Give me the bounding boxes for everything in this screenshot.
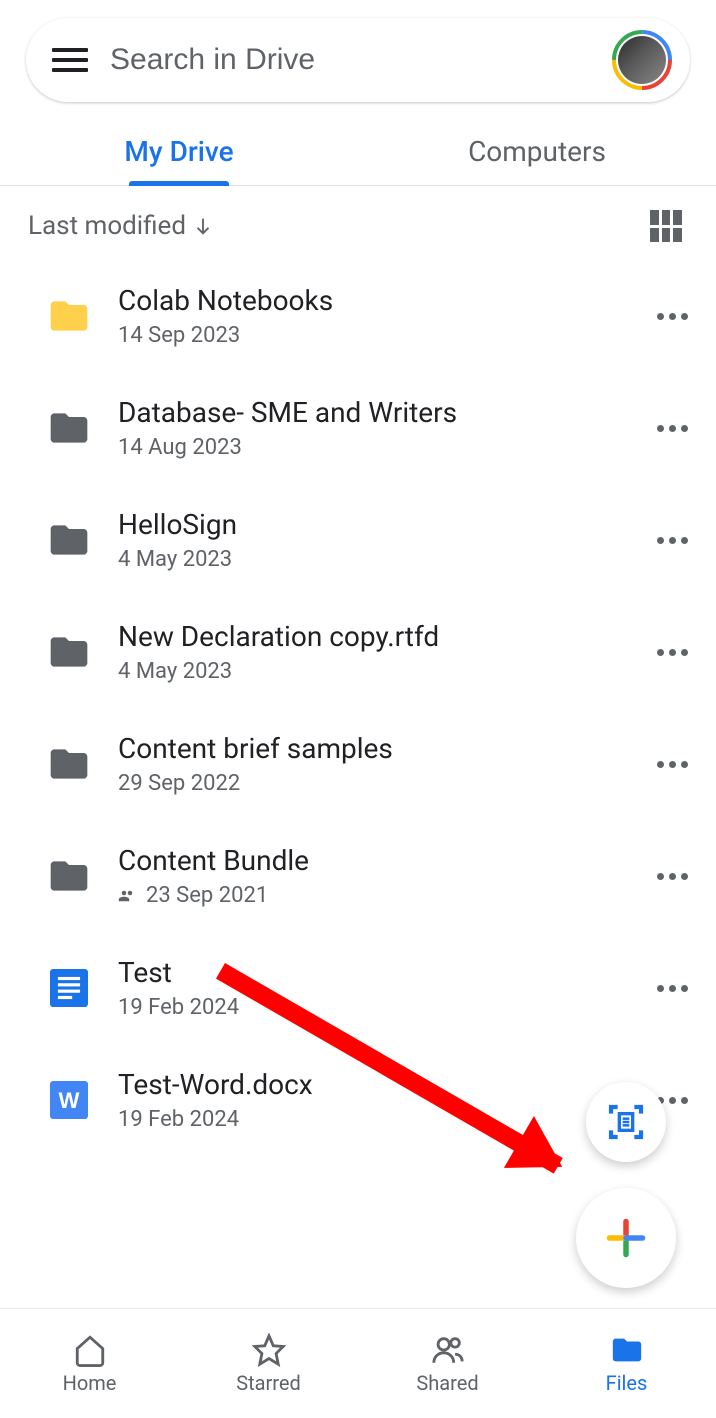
nav-label: Home bbox=[63, 1371, 117, 1395]
folder-icon bbox=[46, 741, 92, 787]
tab-my-drive[interactable]: My Drive bbox=[0, 118, 358, 185]
file-name: Colab Notebooks bbox=[118, 284, 626, 317]
list-item[interactable]: Colab Notebooks 14 Sep 2023 bbox=[0, 260, 716, 372]
folder-icon bbox=[46, 853, 92, 899]
list-item[interactable]: Content brief samples 29 Sep 2022 bbox=[0, 708, 716, 820]
folder-icon bbox=[46, 517, 92, 563]
arrow-down-icon bbox=[192, 215, 214, 237]
file-date: 14 Sep 2023 bbox=[118, 323, 626, 348]
more-icon[interactable] bbox=[652, 313, 692, 320]
sort-label: Last modified bbox=[28, 211, 186, 241]
scan-icon bbox=[606, 1102, 646, 1142]
gdoc-icon bbox=[46, 965, 92, 1011]
file-name: New Declaration copy.rtfd bbox=[118, 620, 626, 653]
list-item[interactable]: Content Bundle 23 Sep 2021 bbox=[0, 820, 716, 932]
more-icon[interactable] bbox=[652, 537, 692, 544]
list-item[interactable]: HelloSign 4 May 2023 bbox=[0, 484, 716, 596]
more-icon[interactable] bbox=[652, 425, 692, 432]
star-icon bbox=[252, 1333, 286, 1367]
list-item[interactable]: Test 19 Feb 2024 bbox=[0, 932, 716, 1044]
nav-label: Files bbox=[606, 1371, 648, 1395]
folder-icon bbox=[46, 293, 92, 339]
word-icon: W bbox=[46, 1077, 92, 1123]
search-input[interactable] bbox=[110, 43, 590, 77]
more-icon[interactable] bbox=[652, 873, 692, 880]
tab-computers[interactable]: Computers bbox=[358, 118, 716, 185]
file-name: Content brief samples bbox=[118, 732, 626, 765]
file-date: 23 Sep 2021 bbox=[118, 883, 626, 908]
list-item[interactable]: Database- SME and Writers 14 Aug 2023 bbox=[0, 372, 716, 484]
nav-files[interactable]: Files bbox=[537, 1309, 716, 1418]
nav-home[interactable]: Home bbox=[0, 1309, 179, 1418]
file-name: Test-Word.docx bbox=[118, 1068, 626, 1101]
svg-text:W: W bbox=[59, 1088, 80, 1113]
nav-starred[interactable]: Starred bbox=[179, 1309, 358, 1418]
scan-button[interactable] bbox=[586, 1082, 666, 1162]
file-name: Content Bundle bbox=[118, 844, 626, 877]
shared-icon bbox=[118, 887, 136, 905]
file-date: 19 Feb 2024 bbox=[118, 995, 626, 1020]
avatar[interactable] bbox=[612, 30, 672, 90]
search-bar bbox=[26, 18, 690, 102]
toolbar: Last modified bbox=[0, 186, 716, 260]
tabs: My Drive Computers bbox=[0, 118, 716, 186]
grid-view-icon[interactable] bbox=[650, 210, 682, 242]
nav-shared[interactable]: Shared bbox=[358, 1309, 537, 1418]
more-icon[interactable] bbox=[652, 761, 692, 768]
file-name: Database- SME and Writers bbox=[118, 396, 626, 429]
plus-icon bbox=[604, 1216, 648, 1260]
folder-icon bbox=[610, 1333, 644, 1367]
file-date: 19 Feb 2024 bbox=[118, 1107, 626, 1132]
home-icon bbox=[73, 1333, 107, 1367]
file-date: 14 Aug 2023 bbox=[118, 435, 626, 460]
file-date: 29 Sep 2022 bbox=[118, 771, 626, 796]
file-date: 4 May 2023 bbox=[118, 547, 626, 572]
folder-icon bbox=[46, 405, 92, 451]
nav-label: Shared bbox=[416, 1371, 478, 1395]
list-item[interactable]: New Declaration copy.rtfd 4 May 2023 bbox=[0, 596, 716, 708]
file-name: Test bbox=[118, 956, 626, 989]
more-icon[interactable] bbox=[652, 985, 692, 992]
create-button[interactable] bbox=[576, 1188, 676, 1288]
bottom-nav: Home Starred Shared Files bbox=[0, 1308, 716, 1418]
more-icon[interactable] bbox=[652, 649, 692, 656]
menu-icon[interactable] bbox=[52, 42, 88, 78]
file-date: 4 May 2023 bbox=[118, 659, 626, 684]
folder-icon bbox=[46, 629, 92, 675]
people-icon bbox=[431, 1333, 465, 1367]
nav-label: Starred bbox=[236, 1371, 301, 1395]
fab-stack bbox=[576, 1082, 676, 1288]
file-name: HelloSign bbox=[118, 508, 626, 541]
sort-button[interactable]: Last modified bbox=[28, 211, 214, 241]
